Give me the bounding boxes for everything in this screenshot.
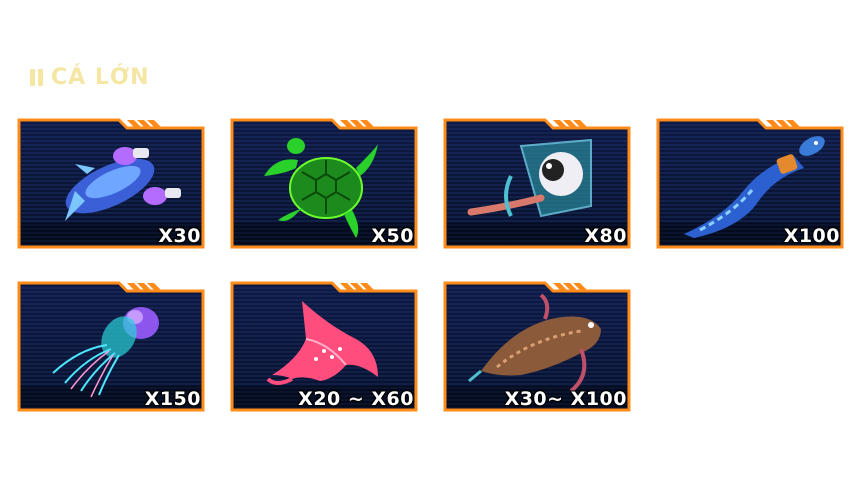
multiplier-label: X30: [158, 225, 201, 247]
multiplier-label: X50: [371, 225, 414, 247]
multiplier-label: X80: [584, 225, 627, 247]
title-bars-icon: [30, 68, 43, 86]
fish-card[interactable]: X50: [228, 116, 420, 249]
fish-card[interactable]: X30~ X100: [441, 279, 633, 412]
multiplier-label: X100: [783, 225, 840, 247]
fish-card[interactable]: X30: [15, 116, 207, 249]
section-header: CÁ LỚN: [30, 62, 149, 92]
fish-card[interactable]: X100: [654, 116, 846, 249]
multiplier-label: X20 ~ X60: [298, 388, 414, 410]
multiplier-label: X30~ X100: [504, 388, 627, 410]
fish-card[interactable]: X20 ~ X60: [228, 279, 420, 412]
fish-card[interactable]: X80: [441, 116, 633, 249]
fish-card[interactable]: X150: [15, 279, 207, 412]
multiplier-label: X150: [144, 388, 201, 410]
section-title: CÁ LỚN: [51, 64, 150, 90]
